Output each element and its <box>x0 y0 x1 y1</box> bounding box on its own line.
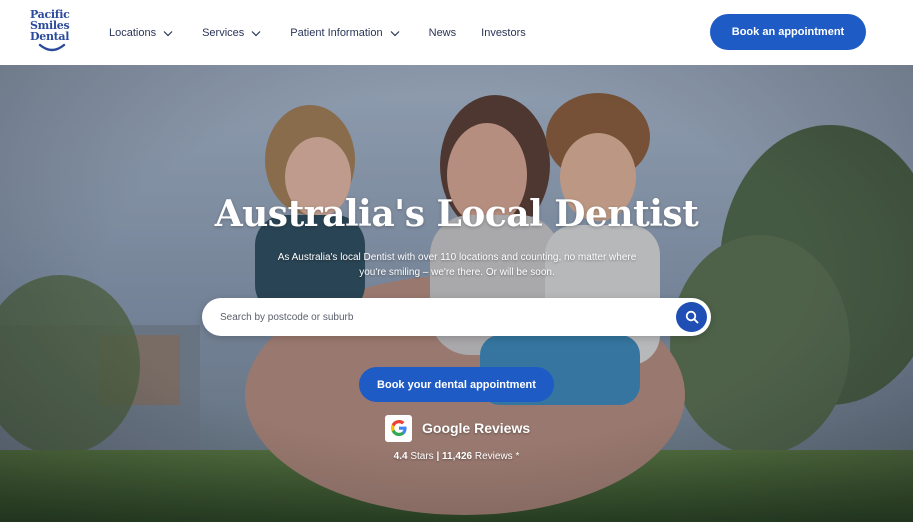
pacific-smiles-logo[interactable]: Pacific Smiles Dental <box>30 9 74 55</box>
nav-item-label: Patient Information <box>290 27 383 39</box>
nav-item-label: Services <box>202 27 245 39</box>
google-logo-icon <box>385 414 412 442</box>
hero-title: Australia's Local Dentist <box>214 193 699 235</box>
nav-item-investors[interactable]: Investors <box>481 27 526 39</box>
postcode-search-bar <box>202 298 711 336</box>
chevron-down-icon <box>163 30 173 36</box>
book-dental-appointment-button[interactable]: Book your dental appointment <box>359 367 554 402</box>
google-reviews-link[interactable]: Google Reviews <box>385 414 530 442</box>
hero-subtitle: As Australia's local Dentist with over 1… <box>277 252 637 278</box>
logo-line-3: Dental <box>30 30 70 43</box>
search-button[interactable] <box>676 302 707 332</box>
review-count-label: Reviews * <box>474 451 520 462</box>
rating-stars-value: 4.4 <box>393 451 408 462</box>
nav-item-services[interactable]: Services <box>202 27 261 39</box>
google-reviews-title: Google Reviews <box>422 420 531 436</box>
nav-item-label: News <box>428 27 457 39</box>
main-nav: Locations Services Patient Information N… <box>109 24 526 42</box>
search-icon <box>685 310 698 324</box>
nav-item-label: Locations <box>109 27 157 39</box>
postcode-search-input[interactable] <box>220 298 660 336</box>
nav-item-patient-information[interactable]: Patient Information <box>290 27 400 39</box>
review-rating-summary: 4.4 Stars | 11,426 Reviews * <box>0 451 913 462</box>
chevron-down-icon <box>251 30 261 36</box>
rating-separator: | <box>436 451 440 462</box>
nav-item-locations[interactable]: Locations <box>109 27 173 39</box>
site-header: Pacific Smiles Dental Locations Services… <box>0 0 913 65</box>
book-appointment-button[interactable]: Book an appointment <box>710 14 866 50</box>
review-count-value: 11,426 <box>442 451 473 462</box>
hero-section: Australia's Local Dentist As Australia's… <box>0 65 913 522</box>
rating-stars-label: Stars <box>410 451 434 462</box>
chevron-down-icon <box>390 30 400 36</box>
smile-icon <box>38 43 66 52</box>
nav-item-label: Investors <box>481 27 526 39</box>
nav-item-news[interactable]: News <box>429 27 457 39</box>
